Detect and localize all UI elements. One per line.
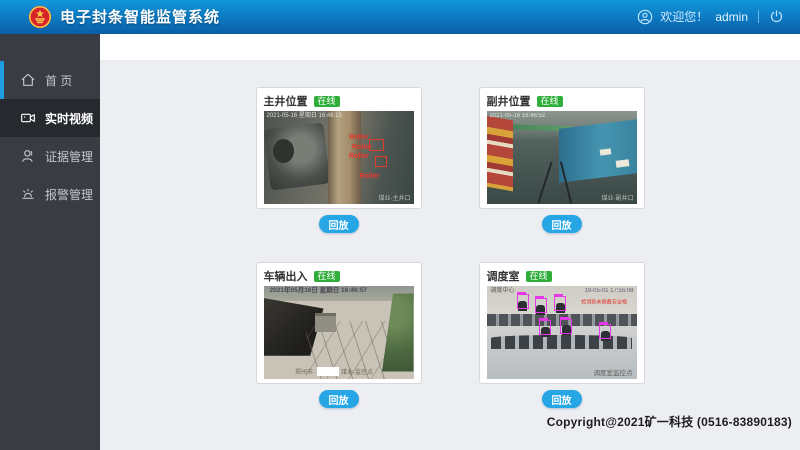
sidebar-item-live-video[interactable]: 实时视频: [0, 99, 100, 137]
national-emblem-logo: [28, 5, 52, 29]
scene-wall: [559, 119, 637, 183]
feed-timestamp: 2021-05-16 星期日 16:46:13: [267, 113, 342, 119]
camera-cell-vehicle-gate: 车辆出入 在线 2021年05月16日 星期日 16:46:57 郑州市- 煤业…: [256, 262, 422, 408]
camera-title: 副井位置: [487, 93, 531, 109]
sidebar-active-strip: [0, 61, 4, 99]
sidebar-item-evidence[interactable]: 证据管理: [0, 137, 100, 175]
online-status-badge: 在线: [314, 96, 340, 107]
playback-button[interactable]: 回放: [542, 215, 582, 233]
app-header: 电子封条智能监管系统 欢迎您！ admin: [0, 0, 800, 34]
camera-title: 车辆出入: [264, 268, 308, 284]
detection-box: [375, 156, 387, 167]
user-icon: [20, 148, 36, 164]
sidebar-item-label: 实时视频: [45, 110, 93, 127]
camera-grid: 主井位置 在线 Roller Roller Roller Roller 2021…: [256, 87, 645, 408]
detection-label: Roller: [352, 144, 372, 151]
playback-button[interactable]: 回放: [319, 215, 359, 233]
camera-feed-thumbnail[interactable]: 调度中心 19-05-01 17:55:08 检测到未佩戴安全帽 调度室监控点: [487, 286, 637, 379]
online-status-badge: 在线: [314, 271, 340, 282]
camera-title: 主井位置: [264, 93, 308, 109]
feed-watermark: 煤业-主井口: [379, 196, 411, 202]
camera-cell-main-shaft: 主井位置 在线 Roller Roller Roller Roller 2021…: [256, 87, 422, 233]
camera-card: 副井位置 在线 2021-05-16 16:46:52 煤业-副井口: [479, 87, 645, 209]
scene-rail: [537, 162, 552, 203]
face-detection-box: [599, 324, 611, 339]
face-detection-box: [554, 296, 566, 311]
camera-cell-aux-shaft: 副井位置 在线 2021-05-16 16:46:52 煤业-副井口 回放: [479, 87, 645, 233]
detection-label: Roller: [349, 153, 369, 160]
face-detection-box: [539, 320, 551, 335]
user-avatar-icon[interactable]: [637, 9, 653, 25]
sidebar-item-home[interactable]: 首 页: [0, 61, 100, 99]
camera-feed-thumbnail[interactable]: 2021-05-16 16:46:52 煤业-副井口: [487, 111, 637, 204]
detection-label: Roller: [360, 173, 380, 180]
feed-timestamp: 2021年05月16日 星期日 16:46:57: [270, 288, 368, 295]
logout-power-icon[interactable]: [769, 9, 784, 24]
sidebar-item-label: 证据管理: [45, 148, 93, 165]
camera-cell-dispatch-room: 调度室 在线 调: [479, 262, 645, 408]
playback-button[interactable]: 回放: [542, 390, 582, 408]
online-status-badge: 在线: [537, 96, 563, 107]
sidebar-nav: 首 页 实时视频 证据管理 报警管理: [0, 33, 100, 450]
online-status-badge: 在线: [526, 271, 552, 282]
camera-card: 车辆出入 在线 2021年05月16日 星期日 16:46:57 郑州市- 煤业…: [256, 262, 422, 384]
watermark-redaction-box: [317, 367, 339, 376]
main-content: 主井位置 在线 Roller Roller Roller Roller 2021…: [100, 60, 800, 450]
video-camera-icon: [20, 110, 36, 126]
feed-watermark: 郑州市- 煤业-监控点: [295, 367, 373, 376]
alarm-icon: [20, 186, 36, 202]
watermark-suffix: 煤业-监控点: [341, 367, 373, 376]
scene-banners: [487, 116, 513, 191]
face-detection-box: [535, 298, 547, 313]
camera-card: 主井位置 在线 Roller Roller Roller Roller 2021…: [256, 87, 422, 209]
camera-feed-thumbnail[interactable]: 2021年05月16日 星期日 16:46:57 郑州市- 煤业-监控点: [264, 286, 414, 379]
copyright-text: Copyright@2021矿一科技 (0516-83890183): [547, 413, 792, 430]
feed-watermark: 调度室监控点: [594, 371, 633, 378]
sidebar-item-label: 报警管理: [45, 186, 93, 203]
feed-alert-text: 检测到未佩戴安全帽: [582, 300, 628, 305]
playback-button[interactable]: 回放: [319, 390, 359, 408]
feed-watermark: 煤业-副井口: [602, 196, 634, 202]
app-title: 电子封条智能监管系统: [60, 6, 220, 27]
camera-feed-thumbnail[interactable]: Roller Roller Roller Roller 2021-05-16 星…: [264, 111, 414, 204]
watermark-prefix: 郑州市-: [295, 367, 315, 376]
feed-corner-label: 调度中心: [491, 288, 515, 294]
detection-label: Roller: [349, 134, 369, 141]
username-text: admin: [715, 10, 748, 24]
face-detection-box: [560, 319, 572, 334]
home-icon: [20, 72, 36, 88]
welcome-text: 欢迎您！: [660, 8, 708, 25]
feed-timestamp: 19-05-01 17:55:08: [584, 288, 633, 294]
scene-building: [315, 313, 336, 332]
camera-card: 调度室 在线 调: [479, 262, 645, 384]
sidebar-item-alarm[interactable]: 报警管理: [0, 175, 100, 213]
scene-gear: [273, 139, 294, 163]
camera-title: 调度室: [487, 268, 520, 284]
content-topbar: [100, 33, 800, 60]
sidebar-item-label: 首 页: [45, 72, 72, 89]
face-detection-box: [517, 294, 529, 309]
header-divider: [758, 10, 759, 23]
feed-timestamp: 2021-05-16 16:46:52: [490, 113, 546, 119]
